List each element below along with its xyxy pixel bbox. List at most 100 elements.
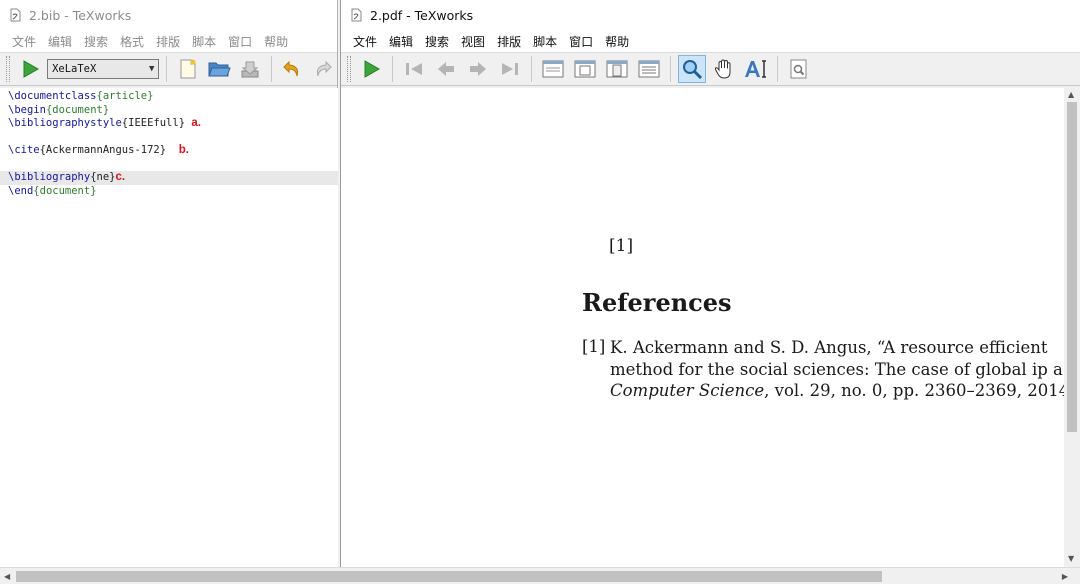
- menu-edit[interactable]: 编辑: [383, 33, 419, 50]
- menu-file[interactable]: 文件: [6, 33, 42, 50]
- pdf-window-title: 2.pdf - TeXworks: [370, 7, 474, 23]
- hand-tool-button[interactable]: [710, 55, 738, 83]
- reference-entry: K. Ackermann and S. D. Angus, “A resourc…: [610, 337, 1065, 402]
- editor-line: \cite{AckermannAngus-172} b.: [0, 144, 338, 158]
- latex-command: \documentclass: [8, 90, 97, 102]
- editor-titlebar: 2.bib - TeXworks: [0, 0, 337, 30]
- latex-command: \end: [8, 184, 34, 197]
- open-button[interactable]: [206, 55, 233, 83]
- magnify-tool-button[interactable]: [678, 55, 706, 83]
- engine-value: XeLaTeX: [52, 63, 97, 75]
- reference-label: [1]: [582, 337, 606, 356]
- menu-typeset[interactable]: 排版: [150, 33, 186, 50]
- reference-details: , vol. 29, no. 0, pp. 2360–2369, 2014.: [764, 381, 1065, 400]
- fit-window-button[interactable]: [635, 55, 663, 83]
- text-select-icon: [745, 60, 766, 78]
- prev-page-icon: [438, 62, 454, 76]
- editor-line-current: \bibliography{ne}c.: [0, 171, 338, 185]
- latex-argument: {article}: [96, 90, 154, 102]
- actual-size-button[interactable]: [539, 55, 567, 83]
- menu-help[interactable]: 帮助: [258, 33, 294, 50]
- latex-argument: {AckermannAngus-172}: [39, 144, 167, 156]
- toolbar-separator: [531, 56, 532, 82]
- undo-button[interactable]: [279, 55, 306, 83]
- menu-search[interactable]: 搜索: [78, 33, 114, 50]
- pdf-toolbar: [341, 52, 1080, 86]
- first-page-button[interactable]: [400, 55, 428, 83]
- scroll-down-icon[interactable]: ▼: [1068, 554, 1074, 563]
- menu-view[interactable]: 视图: [455, 33, 491, 50]
- latex-command: \cite: [8, 144, 40, 156]
- find-button[interactable]: [785, 55, 813, 83]
- editor-window: 2.bib - TeXworks 文件 编辑 搜索 格式 排版 脚本 窗口 帮助…: [0, 0, 338, 567]
- typeset-button[interactable]: [16, 55, 43, 83]
- latex-argument: {document}: [33, 184, 97, 197]
- toolbar-separator: [392, 56, 393, 82]
- annotation-label-a: a.: [191, 117, 201, 129]
- save-button[interactable]: [237, 55, 264, 83]
- horizontal-scrollbar[interactable]: ◀ ▶: [0, 567, 1080, 584]
- play-triangle-icon: [364, 60, 381, 78]
- editor-window-title: 2.bib - TeXworks: [29, 7, 132, 23]
- fit-page-icon: [606, 60, 628, 78]
- prev-page-button[interactable]: [432, 55, 460, 83]
- source-editor[interactable]: \documentclass{article} \begin {document}…: [0, 88, 338, 567]
- first-page-icon: [406, 63, 422, 75]
- select-text-button[interactable]: [742, 55, 770, 83]
- last-page-icon: [502, 63, 518, 75]
- editor-line: \end{document}: [0, 185, 338, 199]
- reference-line-2: method for the social sciences: The case…: [610, 359, 1063, 379]
- redo-icon: [317, 60, 333, 77]
- hand-icon: [714, 59, 731, 79]
- toolbar-grip[interactable]: [6, 56, 10, 82]
- menu-typeset[interactable]: 排版: [491, 33, 527, 50]
- scroll-up-icon[interactable]: ▲: [1068, 90, 1074, 99]
- menu-format[interactable]: 格式: [114, 33, 150, 50]
- references-heading: References: [582, 288, 732, 317]
- toolbar-separator: [777, 56, 778, 82]
- engine-select[interactable]: XeLaTeX ▼: [47, 59, 160, 79]
- menu-search[interactable]: 搜索: [419, 33, 455, 50]
- menu-window[interactable]: 窗口: [222, 33, 258, 50]
- pdf-titlebar: 2.pdf - TeXworks: [341, 0, 1080, 30]
- annotation-label-c: c.: [115, 171, 126, 183]
- latex-argument: {IEEEfull}: [121, 117, 186, 129]
- scroll-thumb[interactable]: [16, 571, 882, 582]
- editor-line: \bibliographystyle{IEEEfull} a.: [0, 117, 338, 131]
- new-file-button[interactable]: [174, 55, 201, 83]
- latex-command: \begin: [8, 103, 46, 116]
- scroll-left-icon[interactable]: ◀: [4, 572, 10, 581]
- reference-journal: Computer Science: [610, 381, 765, 400]
- typeset-button[interactable]: [357, 55, 385, 83]
- menu-window[interactable]: 窗口: [563, 33, 599, 50]
- menu-edit[interactable]: 编辑: [42, 33, 78, 50]
- desktop: 2.bib - TeXworks 文件 编辑 搜索 格式 排版 脚本 窗口 帮助…: [0, 0, 1080, 584]
- fit-width-icon: [574, 60, 596, 78]
- menu-file[interactable]: 文件: [347, 33, 383, 50]
- magnifier-icon: [683, 60, 703, 80]
- toolbar-separator: [670, 56, 671, 82]
- menu-scripts[interactable]: 脚本: [527, 33, 563, 50]
- document-icon: [10, 8, 21, 22]
- toolbar-grip[interactable]: [347, 56, 351, 82]
- last-page-button[interactable]: [496, 55, 524, 83]
- annotation-label-b: b.: [178, 144, 189, 156]
- scroll-right-icon[interactable]: ▶: [1062, 572, 1068, 581]
- next-page-icon: [470, 62, 486, 76]
- menu-help[interactable]: 帮助: [599, 33, 635, 50]
- latex-argument: {ne}: [90, 171, 116, 183]
- reference-line-3: Computer Science, vol. 29, no. 0, pp. 23…: [610, 380, 1065, 402]
- fit-page-button[interactable]: [603, 55, 631, 83]
- scroll-thumb[interactable]: [1067, 102, 1077, 432]
- fit-width-button[interactable]: [571, 55, 599, 83]
- next-page-button[interactable]: [464, 55, 492, 83]
- play-triangle-icon: [23, 60, 39, 78]
- chevron-down-icon: ▼: [149, 64, 155, 74]
- save-icon: [241, 61, 259, 78]
- pdf-page[interactable]: [1] References [1] K. Ackermann and S. D…: [341, 88, 1065, 567]
- editor-menubar: 文件 编辑 搜索 格式 排版 脚本 窗口 帮助: [0, 30, 337, 52]
- menu-scripts[interactable]: 脚本: [186, 33, 222, 50]
- redo-button[interactable]: [310, 55, 337, 83]
- editor-toolbar: XeLaTeX ▼: [0, 52, 337, 86]
- pdf-vertical-scrollbar[interactable]: ▲ ▼: [1064, 88, 1080, 567]
